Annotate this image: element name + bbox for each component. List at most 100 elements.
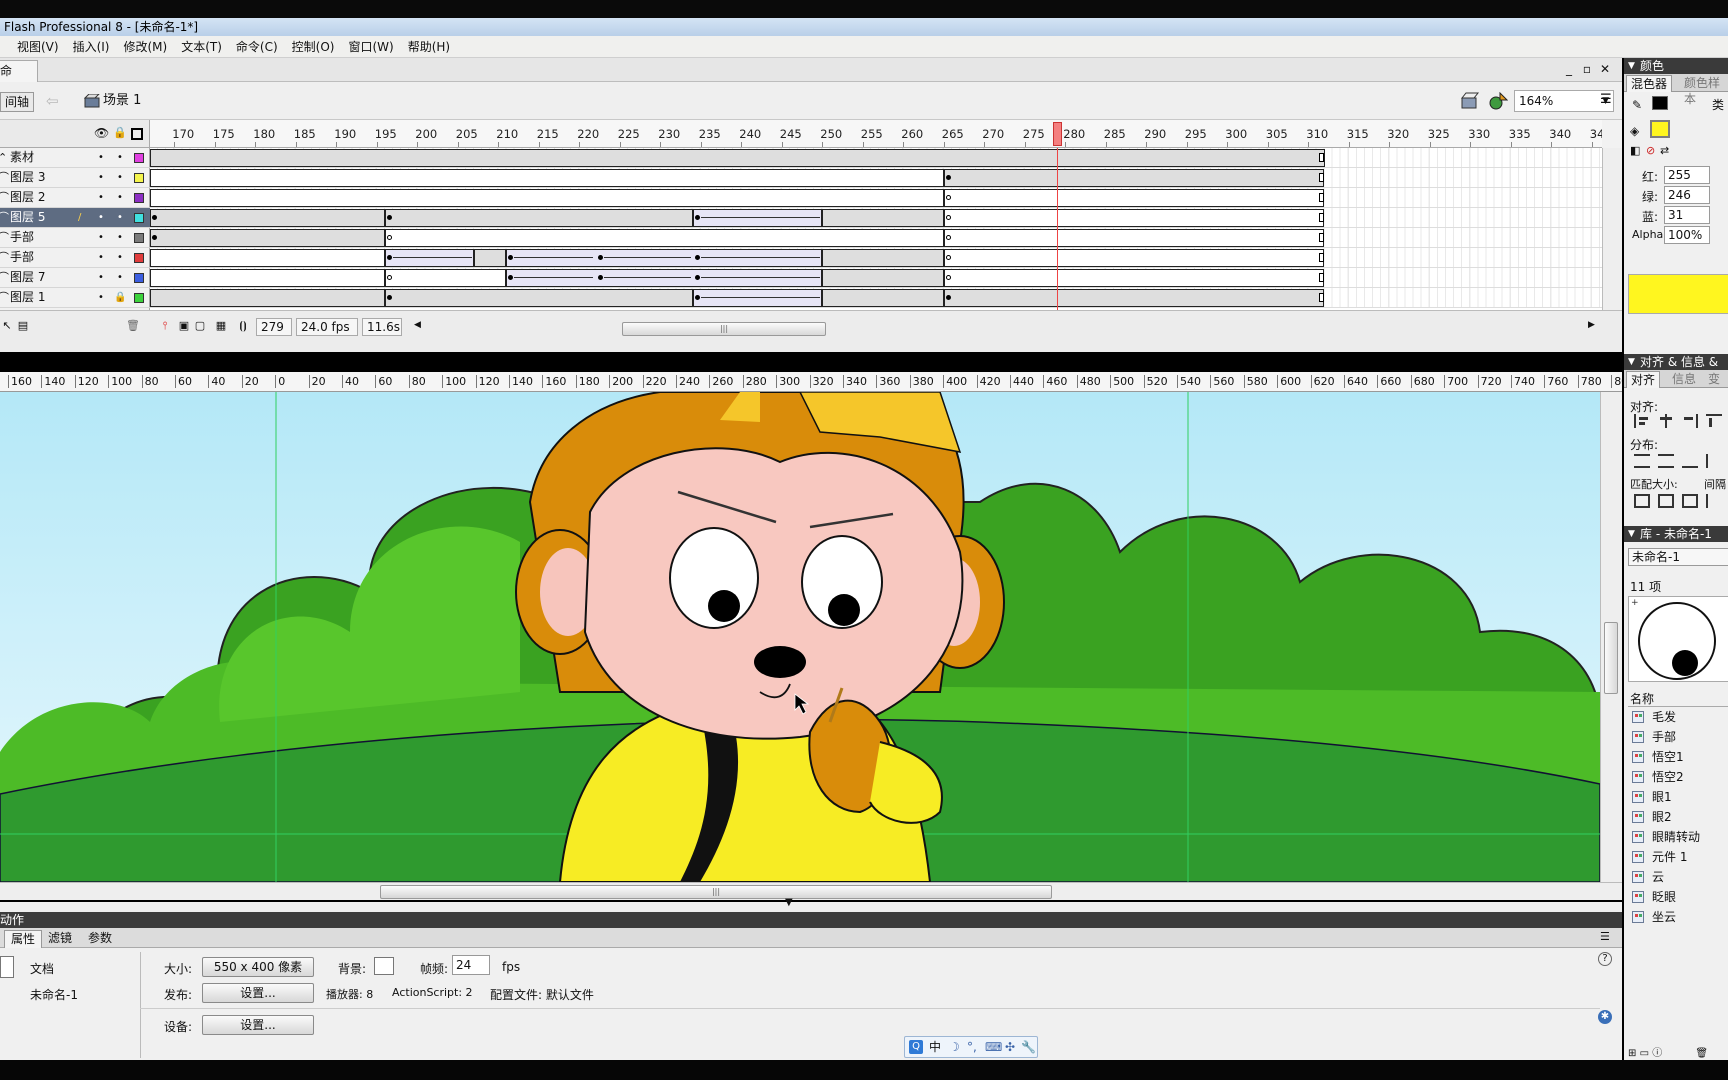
zoom-select[interactable]: 164% ▼ (1514, 90, 1614, 112)
align-panel-header[interactable]: ▼ 对齐 & 信息 & (1624, 354, 1728, 370)
visibility-dot[interactable]: • (98, 248, 104, 267)
ime-halfwidth-icon[interactable]: ☽ (949, 1037, 960, 1057)
ime-keyboard-icon[interactable]: ⌨ (985, 1037, 1002, 1057)
tab-align[interactable]: 对齐 (1626, 371, 1661, 388)
onion-skin-icon[interactable]: ▣ (177, 319, 191, 333)
tab-transform[interactable]: 变 (1704, 371, 1724, 388)
library-item[interactable]: 眼睛转动 (1628, 828, 1728, 846)
align-top-icon[interactable] (1706, 414, 1722, 428)
match-width-icon[interactable] (1634, 494, 1650, 508)
library-name-column[interactable]: 名称 (1630, 690, 1654, 707)
stage-hscroll-thumb[interactable]: ||| (380, 885, 1052, 899)
library-panel-header[interactable]: ▼ 库 - 未命名-1 (1624, 526, 1728, 542)
device-settings-button[interactable]: 设置... (202, 1015, 314, 1035)
visibility-dot[interactable]: • (98, 148, 104, 167)
outline-icon[interactable] (131, 128, 143, 140)
lock-icon[interactable]: 🔒 (113, 126, 127, 139)
tab-parameters[interactable]: 参数 (82, 930, 118, 948)
add-motion-guide-icon[interactable]: ↖ (0, 319, 14, 333)
layer-color-swatch[interactable] (134, 273, 144, 283)
lock-dot[interactable]: • (117, 248, 123, 267)
lock-dot[interactable]: • (117, 148, 123, 167)
layer-row[interactable]: ⌒ 手部 • • (0, 248, 150, 268)
tab-properties[interactable]: 属性 (4, 930, 43, 948)
accessibility-icon[interactable]: ✱ (1598, 1010, 1612, 1024)
close-icon[interactable]: ✕ (1598, 62, 1612, 76)
stage-horizontal-scrollbar[interactable]: ||| (0, 882, 1622, 900)
delete-item-icon[interactable]: 🗑 (1695, 1048, 1708, 1059)
new-symbol-icon[interactable]: ⊞ (1628, 1048, 1636, 1059)
insert-folder-icon[interactable]: ▤ (16, 319, 30, 333)
frame-rate-input[interactable]: 24 (452, 955, 490, 975)
timeline-scroll-thumb[interactable]: ||| (622, 322, 826, 336)
playhead-marker[interactable] (1053, 122, 1063, 146)
help-icon[interactable]: ? (1598, 952, 1612, 966)
green-input[interactable]: 246 (1664, 186, 1710, 204)
menu-item-5[interactable]: 控制(O) (285, 36, 342, 58)
ime-punct-icon[interactable]: °, (967, 1037, 977, 1057)
edit-multiple-frames-icon[interactable]: ▦ (214, 319, 228, 333)
lock-dot[interactable]: • (117, 228, 123, 247)
document-size-button[interactable]: 550 x 400 像素 (202, 957, 314, 977)
layer-color-swatch[interactable] (134, 153, 144, 163)
trash-icon[interactable]: 🗑 (126, 319, 140, 333)
fill-color-swatch[interactable] (1650, 120, 1670, 138)
library-item[interactable]: 悟空1 (1628, 748, 1728, 766)
library-item[interactable]: 眨眼 (1628, 888, 1728, 906)
library-item[interactable]: 悟空2 (1628, 768, 1728, 786)
menu-item-7[interactable]: 帮助(H) (401, 36, 457, 58)
layer-row[interactable]: ⌒ 图层 3 • • (0, 168, 150, 188)
lock-dot[interactable]: • (117, 208, 123, 227)
library-item[interactable]: 毛发 (1628, 708, 1728, 726)
layer-row[interactable]: ⌃ 素材 • • (0, 148, 150, 168)
visibility-dot[interactable]: • (98, 168, 104, 187)
edit-scene-icon[interactable] (1460, 92, 1480, 110)
library-document-select[interactable]: 未命名-1 (1628, 548, 1728, 566)
swap-colors-icon[interactable]: ⇄ (1660, 144, 1669, 157)
tab-filters[interactable]: 滤镜 (42, 930, 78, 948)
distribute-top-icon[interactable] (1634, 454, 1650, 468)
match-height-icon[interactable] (1658, 494, 1674, 508)
scroll-left-icon[interactable]: ◀ (414, 320, 421, 330)
distribute-bottom-icon[interactable] (1682, 454, 1698, 468)
stage-vertical-scrollbar[interactable] (1600, 392, 1622, 882)
back-arrow-icon[interactable]: ⇦ (46, 90, 64, 112)
stage-artwork[interactable] (0, 392, 1600, 882)
space-evenly-icon[interactable] (1706, 494, 1722, 508)
layer-row[interactable]: ⌒ 图层 7 • • (0, 268, 150, 288)
onion-outline-icon[interactable]: ▢ (193, 319, 207, 333)
monkey-character[interactable] (515, 392, 1005, 882)
layer-color-swatch[interactable] (134, 253, 144, 263)
layer-row[interactable]: ⌒ 图层 1 • 🔒 (0, 288, 150, 308)
stage-canvas[interactable] (0, 392, 1600, 882)
layer-color-swatch[interactable] (134, 293, 144, 303)
ime-settings-icon[interactable]: ✣ (1005, 1037, 1015, 1057)
visibility-dot[interactable]: • (98, 208, 104, 227)
minimize-icon[interactable]: _ (1562, 62, 1576, 76)
publish-settings-button[interactable]: 设置... (202, 983, 314, 1003)
ime-tools-icon[interactable]: 🔧 (1021, 1037, 1036, 1057)
no-color-icon[interactable]: ⊘ (1646, 144, 1655, 157)
distribute-left-icon[interactable] (1706, 454, 1722, 468)
align-left-icon[interactable] (1634, 414, 1650, 428)
align-right-icon[interactable] (1682, 414, 1698, 428)
layer-color-swatch[interactable] (134, 233, 144, 243)
tab-info[interactable]: 信息 (1668, 371, 1700, 388)
layer-row[interactable]: ⌒ 手部 • • (0, 228, 150, 248)
layer-color-swatch[interactable] (134, 193, 144, 203)
fill-bucket-icon[interactable]: ◈ (1630, 124, 1639, 138)
library-item[interactable]: 云 (1628, 868, 1728, 886)
layer-row[interactable]: ⌒ 图层 5 / • • (0, 208, 150, 228)
library-item[interactable]: 坐云 (1628, 908, 1728, 926)
stroke-color-swatch[interactable] (1652, 96, 1668, 110)
frame-grid[interactable] (150, 148, 1602, 310)
panel-menu-icon[interactable]: ☰ (1600, 92, 1612, 107)
center-frame-icon[interactable]: ⫯ (158, 319, 172, 333)
menu-item-0[interactable]: 视图(V) (10, 36, 66, 58)
menu-item-2[interactable]: 修改(M) (116, 36, 174, 58)
lock-dot[interactable]: • (117, 168, 123, 187)
visibility-dot[interactable]: • (98, 228, 104, 247)
menu-item-6[interactable]: 窗口(W) (341, 36, 400, 58)
tab-color-mixer[interactable]: 混色器 (1626, 75, 1673, 92)
library-item[interactable]: 手部 (1628, 728, 1728, 746)
